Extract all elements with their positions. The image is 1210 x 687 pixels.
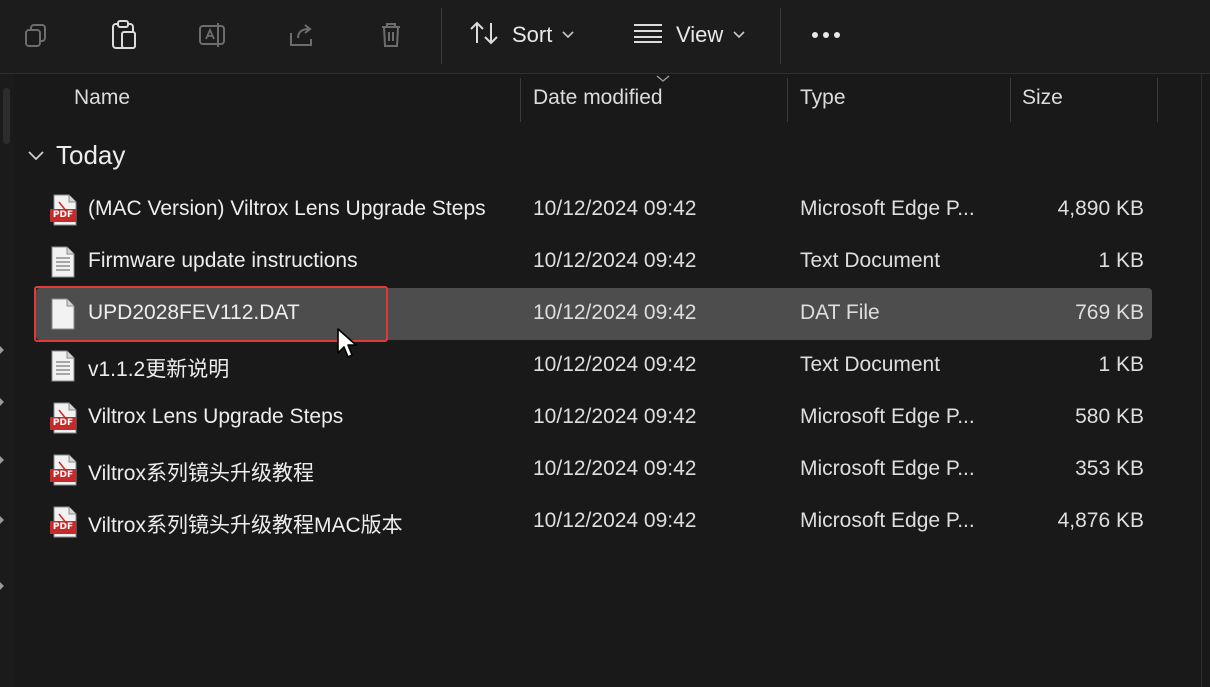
column-header-row: Name Date modified Type Size xyxy=(14,74,1194,124)
expand-arrow-icon[interactable] xyxy=(0,582,6,590)
pdf-badge: PDF xyxy=(50,209,76,222)
column-header-name[interactable]: Name xyxy=(74,86,130,110)
sort-icon xyxy=(468,19,502,52)
column-header-type[interactable]: Type xyxy=(800,86,846,110)
pdf-file-icon: PDF xyxy=(50,506,80,538)
file-size: 4,876 KB xyxy=(1057,509,1144,532)
sort-label: Sort xyxy=(512,22,553,47)
pdf-file-icon: PDF xyxy=(50,194,80,226)
file-date-modified: 10/12/2024 09:42 xyxy=(533,353,697,376)
file-name: Firmware update instructions xyxy=(88,249,358,272)
command-bar: Sort View xyxy=(0,0,1210,74)
column-header-size[interactable]: Size xyxy=(1022,86,1063,110)
file-row[interactable]: PDF Viltrox系列镜头升级教程MAC版本 10/12/2024 09:42 M… xyxy=(36,496,1152,548)
group-header-today[interactable]: Today xyxy=(26,140,125,171)
file-name: v1.1.2更新说明 xyxy=(88,358,230,381)
file-name: Viltrox系列镜头升级教程MAC版本 xyxy=(88,514,403,537)
chevron-down-icon xyxy=(562,28,574,42)
file-date-modified: 10/12/2024 09:42 xyxy=(533,301,697,324)
view-icon xyxy=(632,21,664,50)
sort-button[interactable]: Sort xyxy=(468,14,574,56)
file-size: 580 KB xyxy=(1075,405,1144,428)
file-type: Text Document xyxy=(800,353,941,376)
view-button[interactable]: View xyxy=(632,14,745,56)
more-icon[interactable] xyxy=(804,14,848,56)
file-name: Viltrox Lens Upgrade Steps xyxy=(88,405,344,428)
file-type: Microsoft Edge P... xyxy=(800,405,975,428)
expand-arrow-icon[interactable] xyxy=(0,346,6,354)
file-date-modified: 10/12/2024 09:42 xyxy=(533,249,697,272)
paste-icon[interactable] xyxy=(102,14,146,56)
file-name: Viltrox系列镜头升级教程 xyxy=(88,462,314,485)
mouse-cursor-icon xyxy=(337,328,357,358)
vertical-scrollbar[interactable] xyxy=(1196,74,1210,687)
expand-arrow-icon[interactable] xyxy=(0,456,6,464)
file-row[interactable]: v1.1.2更新说明 10/12/2024 09:42 Text Document 1… xyxy=(36,340,1152,392)
copy-icon[interactable] xyxy=(14,14,58,56)
file-size: 1 KB xyxy=(1098,249,1144,272)
pdf-badge: PDF xyxy=(50,469,76,482)
rename-icon[interactable] xyxy=(191,14,235,56)
scrollbar-track xyxy=(1201,74,1202,687)
file-row[interactable]: PDF Viltrox系列镜头升级教程 10/12/2024 09:42 Micros… xyxy=(36,444,1152,496)
pdf-file-icon: PDF xyxy=(50,454,80,486)
file-list: PDF (MAC Version) Viltrox Lens Upgrade St… xyxy=(36,184,1152,548)
group-label: Today xyxy=(56,140,126,170)
expand-arrow-icon[interactable] xyxy=(0,516,6,524)
file-type: Microsoft Edge P... xyxy=(800,509,975,532)
toolbar-separator xyxy=(780,8,781,64)
file-row[interactable]: PDF Viltrox Lens Upgrade Steps 10/12/2024 … xyxy=(36,392,1152,444)
toolbar-separator xyxy=(441,8,442,64)
file-type: Microsoft Edge P... xyxy=(800,197,975,220)
pdf-file-icon: PDF xyxy=(50,402,80,434)
file-date-modified: 10/12/2024 09:42 xyxy=(533,509,697,532)
file-date-modified: 10/12/2024 09:42 xyxy=(533,405,697,428)
column-divider[interactable] xyxy=(520,78,521,122)
file-size: 1 KB xyxy=(1098,353,1144,376)
file-size: 4,890 KB xyxy=(1057,197,1144,220)
file-row[interactable]: PDF (MAC Version) Viltrox Lens Upgrade St… xyxy=(36,184,1152,236)
file-row[interactable]: Firmware update instructions 10/12/2024 0… xyxy=(36,236,1152,288)
chevron-down-icon xyxy=(733,28,745,42)
pdf-badge: PDF xyxy=(50,417,76,430)
column-divider[interactable] xyxy=(1157,78,1158,122)
highlight-annotation xyxy=(34,286,388,342)
text-file-icon xyxy=(50,246,80,278)
navigation-pane-edge xyxy=(0,74,14,687)
nav-scroll-thumb[interactable] xyxy=(3,88,10,144)
file-type: Microsoft Edge P... xyxy=(800,457,975,480)
file-type: Text Document xyxy=(800,249,941,272)
file-name: (MAC Version) Viltrox Lens Upgrade Steps xyxy=(88,197,486,220)
file-date-modified: 10/12/2024 09:42 xyxy=(533,457,697,480)
share-icon[interactable] xyxy=(280,14,324,56)
file-size: 353 KB xyxy=(1075,457,1144,480)
pdf-badge: PDF xyxy=(50,521,76,534)
column-divider[interactable] xyxy=(787,78,788,122)
file-date-modified: 10/12/2024 09:42 xyxy=(533,197,697,220)
column-divider[interactable] xyxy=(1010,78,1011,122)
file-size: 769 KB xyxy=(1075,301,1144,324)
view-label: View xyxy=(676,22,724,47)
delete-icon[interactable] xyxy=(369,14,413,56)
sort-caret-icon xyxy=(656,75,670,82)
column-header-date-modified[interactable]: Date modified xyxy=(533,86,663,110)
chevron-down-icon xyxy=(28,150,44,160)
file-type: DAT File xyxy=(800,301,880,324)
expand-arrow-icon[interactable] xyxy=(0,398,6,406)
text-file-icon xyxy=(50,350,80,382)
